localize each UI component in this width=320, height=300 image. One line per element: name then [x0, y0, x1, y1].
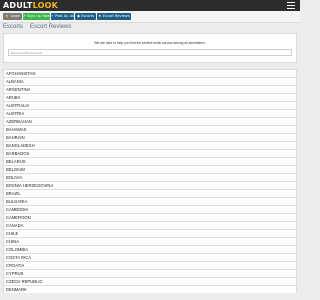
sub-navigation: Escorts Escort Reviews — [3, 24, 71, 31]
country-list-item[interactable]: CZECH REPUBLIC — [4, 277, 296, 285]
country-list-item[interactable]: CYPRUS — [4, 269, 296, 277]
country-list-item[interactable]: BOLIVIA — [4, 173, 296, 181]
escorts-button[interactable]: ◉ Escorts — [75, 13, 96, 20]
login-button[interactable]: 🔒 Login — [3, 13, 22, 20]
country-list-item[interactable]: AZERBAIJAN — [4, 117, 296, 125]
country-list-item[interactable]: CAMEROON — [4, 213, 296, 221]
subnav-escorts-link[interactable]: Escorts — [3, 24, 23, 30]
intro-message: We are here to help you find the perfect… — [94, 41, 206, 45]
country-list-item[interactable]: BULGARIA — [4, 197, 296, 205]
country-list-item[interactable]: BAHRAIN — [4, 133, 296, 141]
country-list-item[interactable]: ARGENTINA — [4, 85, 296, 93]
country-list-item[interactable]: DENMARK — [4, 285, 296, 293]
country-list-item[interactable]: AUSTRIA — [4, 109, 296, 117]
search-input[interactable] — [8, 49, 292, 56]
subnav-escort-reviews-link[interactable]: Escort Reviews — [30, 24, 71, 30]
top-bar: ADULTLOOK — [0, 0, 300, 11]
site-logo[interactable]: ADULTLOOK — [3, 1, 58, 10]
search-panel: We are here to help you find the perfect… — [3, 33, 297, 63]
country-list-item[interactable]: AFGHANISTAN — [4, 69, 296, 77]
country-list-item[interactable]: CAMBODIA — [4, 205, 296, 213]
country-list-item[interactable]: CHILE — [4, 229, 296, 237]
country-list: AFGHANISTAN ALBANIA ARGENTINA ARUBA AUSTRALI… — [3, 69, 297, 293]
logo-text-look: LOOK — [32, 1, 58, 10]
country-list-item[interactable]: BELARUS — [4, 157, 296, 165]
logo-text-adult: ADULT — [3, 1, 33, 10]
country-list-item[interactable]: ARUBA — [4, 93, 296, 101]
country-list-item[interactable]: BARBADOS — [4, 149, 296, 157]
post-ad-button[interactable]: + Post An Ad — [51, 13, 74, 20]
country-list-item[interactable]: BAHAMAS — [4, 125, 296, 133]
country-list-item[interactable]: CHINA — [4, 237, 296, 245]
country-list-item[interactable]: CROATIA — [4, 261, 296, 269]
country-list-item[interactable]: BANGLADESH — [4, 141, 296, 149]
country-list-item[interactable]: CANADA — [4, 221, 296, 229]
country-list-item[interactable]: BOSNIA HERZEGOVINA — [4, 181, 296, 189]
country-list-item[interactable]: COLOMBIA — [4, 245, 296, 253]
sign-up-button[interactable]: ✔ Sign Up Now — [23, 13, 50, 20]
country-list-item[interactable]: COSTA RICA — [4, 253, 296, 261]
country-list-item[interactable]: BRAZIL — [4, 189, 296, 197]
country-list-item[interactable]: BELGIUM — [4, 165, 296, 173]
hamburger-menu-icon[interactable] — [287, 2, 295, 9]
country-list-item[interactable]: AUSTRALIA — [4, 101, 296, 109]
country-list-item[interactable]: ALBANIA — [4, 77, 296, 85]
nav-bar: 🔒 Login ✔ Sign Up Now + Post An Ad ◉ Esc… — [0, 11, 300, 23]
escort-reviews-button[interactable]: ★ Escort Reviews — [97, 13, 131, 20]
